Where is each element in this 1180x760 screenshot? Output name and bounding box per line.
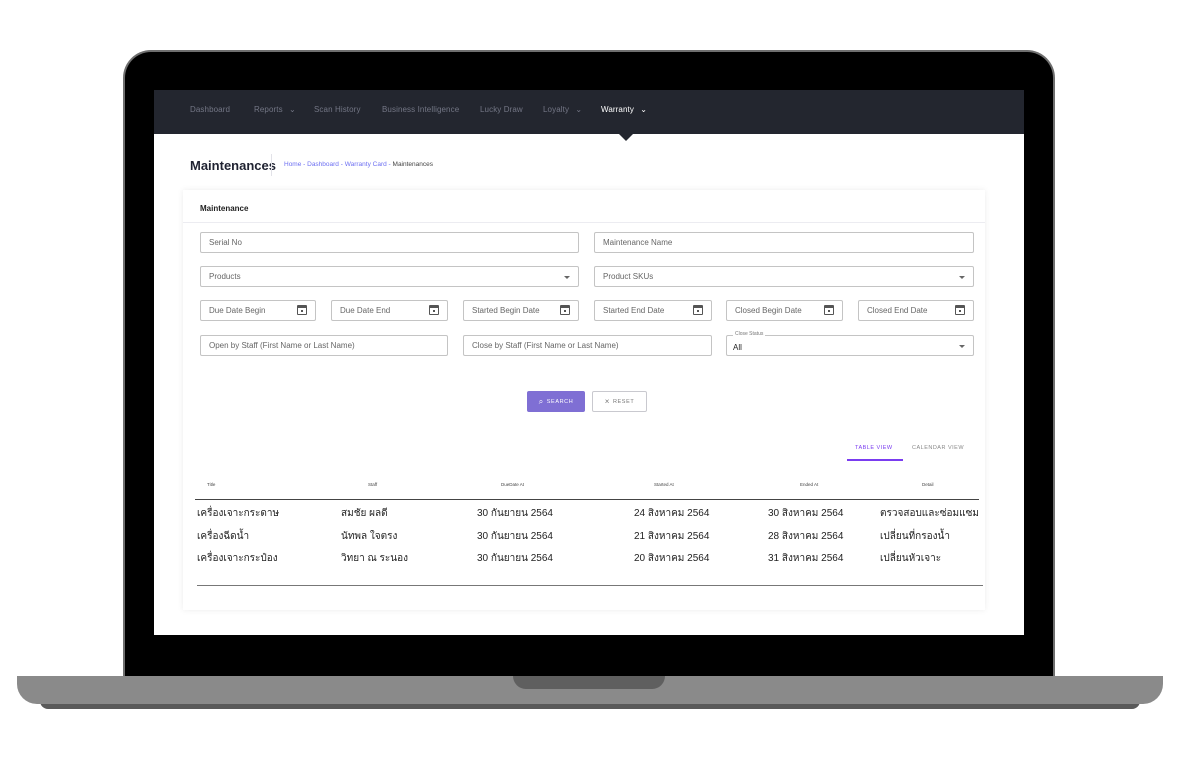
products-select-label: Products	[209, 272, 241, 281]
due-date-end-label: Due Date End	[340, 306, 391, 315]
cell-started-at: 21 สิงหาคม 2564	[634, 531, 710, 542]
breadcrumb-current: Maintenances	[392, 161, 434, 168]
close-icon: ×	[604, 396, 610, 406]
caret-down-icon	[959, 276, 965, 279]
close-status-value: All	[733, 343, 742, 352]
column-header-started[interactable]: Started At	[654, 482, 674, 487]
cell-ended-at: 30 สิงหาคม 2564	[768, 508, 844, 519]
nav-item-lucky-draw[interactable]: Lucky Draw	[480, 105, 523, 114]
calendar-icon[interactable]	[955, 305, 965, 315]
column-header-detail[interactable]: Detail	[922, 482, 934, 487]
maintenance-name-input[interactable]	[594, 232, 974, 253]
due-date-begin-label: Due Date Begin	[209, 306, 266, 315]
reset-button[interactable]: × RESET	[592, 391, 647, 412]
open-by-staff-input[interactable]	[200, 335, 448, 356]
table-header-divider	[195, 499, 979, 500]
column-header-ended[interactable]: Ended At	[800, 482, 818, 487]
serial-no-input[interactable]	[200, 232, 579, 253]
cell-ended-at: 31 สิงหาคม 2564	[768, 553, 844, 564]
breadcrumb-home[interactable]: Home	[284, 161, 301, 168]
reset-button-label: RESET	[612, 398, 635, 405]
product-skus-select[interactable]: Product SKUs	[594, 266, 974, 287]
cell-due-date: 30 กันยายน 2564	[477, 508, 553, 519]
cell-started-at: 20 สิงหาคม 2564	[634, 553, 710, 564]
cell-detail: เปลี่ยนที่กรองน้ำ	[880, 531, 950, 542]
cell-staff: สมชัย ผลดี	[341, 508, 388, 519]
closed-begin-date-picker[interactable]: Closed Begin Date	[726, 300, 843, 321]
due-date-begin-picker[interactable]: Due Date Begin	[200, 300, 316, 321]
breadcrumb-warranty-card[interactable]: Warranty Card	[345, 161, 387, 168]
table-row[interactable]: เครื่องฉีดน้ำ นัทพล ใจตรง 30 กันยายน 256…	[183, 529, 985, 547]
search-button[interactable]: ⌕ SEARCH	[527, 391, 585, 412]
laptop-notch	[513, 676, 665, 689]
cell-title: เครื่องฉีดน้ำ	[197, 531, 250, 542]
cell-due-date: 30 กันยายน 2564	[477, 553, 553, 564]
chevron-down-icon: ⌄	[289, 105, 296, 114]
cell-staff: นัทพล ใจตรง	[341, 531, 398, 542]
nav-item-loyalty-label: Loyalty	[543, 105, 570, 114]
search-icon: ⌕	[538, 396, 544, 406]
calendar-icon[interactable]	[693, 305, 703, 315]
closed-end-date-picker[interactable]: Closed End Date	[858, 300, 974, 321]
top-navbar: Dashboard Reports ⌄ Scan History Busines…	[154, 90, 1024, 134]
table-row[interactable]: เครื่องเจาะกระดาษ สมชัย ผลดี 30 กันยายน …	[183, 506, 985, 524]
card-title: Maintenance	[200, 204, 249, 213]
close-by-staff-input[interactable]	[463, 335, 712, 356]
calendar-icon[interactable]	[560, 305, 570, 315]
maintenance-card: Maintenance Products Product SKUs Due Da…	[183, 190, 985, 610]
closed-end-date-label: Closed End Date	[867, 306, 928, 315]
nav-item-business-intelligence[interactable]: Business Intelligence	[382, 105, 459, 114]
chevron-down-icon: ⌄	[640, 105, 648, 114]
nav-item-warranty-label: Warranty	[601, 105, 634, 114]
column-header-title[interactable]: Title	[207, 482, 215, 487]
table-row[interactable]: เครื่องเจาะกระป๋อง วิทยา ณ ระนอง 30 กันย…	[183, 551, 985, 569]
cell-due-date: 30 กันยายน 2564	[477, 531, 553, 542]
started-end-date-label: Started End Date	[603, 306, 665, 315]
cell-ended-at: 28 สิงหาคม 2564	[768, 531, 844, 542]
close-status-select[interactable]: Close Status All	[726, 331, 974, 356]
breadcrumb-dashboard[interactable]: Dashboard	[307, 161, 339, 168]
active-tab-indicator	[847, 459, 903, 461]
tab-table-view[interactable]: TABLE VIEW	[855, 445, 893, 451]
due-date-end-picker[interactable]: Due Date End	[331, 300, 448, 321]
nav-item-reports[interactable]: Reports ⌄	[254, 105, 296, 114]
started-begin-date-label: Started Begin Date	[472, 306, 540, 315]
cell-staff: วิทยา ณ ระนอง	[341, 553, 408, 564]
column-header-staff[interactable]: Staff	[368, 482, 377, 487]
nav-item-warranty[interactable]: Warranty ⌄	[601, 105, 647, 114]
chevron-down-icon: ⌄	[575, 105, 583, 114]
caret-down-icon	[959, 345, 965, 348]
closed-begin-date-label: Closed Begin Date	[735, 306, 802, 315]
breadcrumb: Home - Dashboard - Warranty Card - Maint…	[284, 161, 433, 168]
table-bottom-divider	[197, 585, 983, 586]
started-begin-date-picker[interactable]: Started Begin Date	[463, 300, 579, 321]
column-header-duedate[interactable]: DueDate At	[501, 482, 524, 487]
nav-item-loyalty[interactable]: Loyalty ⌄	[543, 105, 582, 114]
product-skus-select-label: Product SKUs	[603, 272, 654, 281]
calendar-icon[interactable]	[824, 305, 834, 315]
screen: Dashboard Reports ⌄ Scan History Busines…	[154, 90, 1024, 635]
nav-item-reports-label: Reports	[254, 105, 283, 114]
cell-started-at: 24 สิงหาคม 2564	[634, 508, 710, 519]
calendar-icon[interactable]	[429, 305, 439, 315]
cell-title: เครื่องเจาะกระดาษ	[197, 508, 280, 519]
started-end-date-picker[interactable]: Started End Date	[594, 300, 712, 321]
page-title: Maintenances	[190, 158, 276, 173]
products-select[interactable]: Products	[200, 266, 579, 287]
close-status-label: Close Status	[733, 331, 766, 337]
calendar-icon[interactable]	[297, 305, 307, 315]
cell-detail: ตรวจสอบและซ่อมแซม	[880, 508, 979, 519]
search-button-label: SEARCH	[546, 398, 574, 405]
title-divider	[271, 154, 272, 176]
nav-item-scan-history[interactable]: Scan History	[314, 105, 361, 114]
cell-title: เครื่องเจาะกระป๋อง	[197, 553, 278, 564]
nav-item-dashboard[interactable]: Dashboard	[190, 105, 230, 114]
cell-detail: เปลี่ยนหัวเจาะ	[880, 553, 942, 564]
card-divider	[183, 222, 985, 223]
tab-calendar-view[interactable]: CALENDAR VIEW	[912, 445, 964, 451]
active-nav-indicator	[617, 132, 635, 141]
caret-down-icon	[564, 276, 570, 279]
